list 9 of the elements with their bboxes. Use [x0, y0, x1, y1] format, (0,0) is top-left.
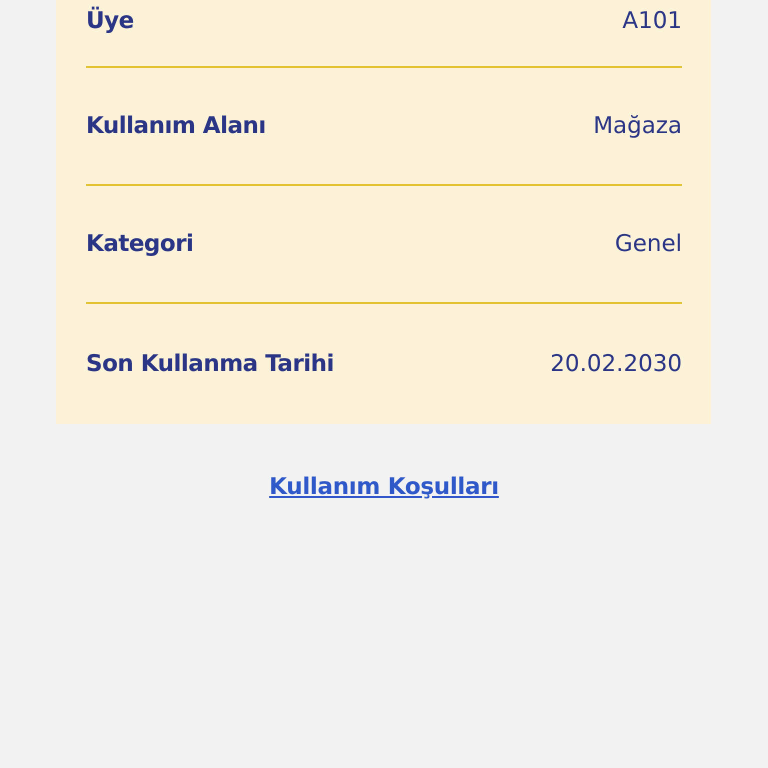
terms-link[interactable]: Kullanım Koşulları [269, 474, 499, 500]
detail-label: Kullanım Alanı [86, 113, 266, 139]
detail-value: Mağaza [593, 113, 682, 139]
detail-value: Genel [614, 231, 682, 257]
detail-value: A101 [622, 8, 682, 34]
detail-label: Üye [86, 8, 134, 34]
detail-label: Kategori [86, 231, 194, 257]
detail-label: Son Kullanma Tarihi [86, 351, 334, 377]
detail-value: 20.02.2030 [550, 351, 682, 377]
